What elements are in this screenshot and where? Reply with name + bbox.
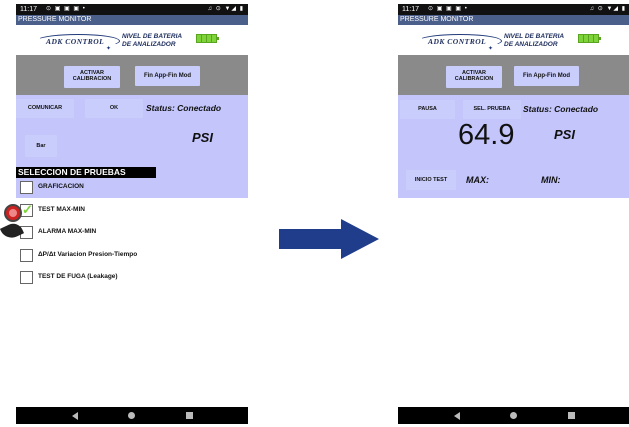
status-time: 11:17 [20, 6, 37, 13]
test-selection-title: SELECCION DE PRUEBAS [16, 167, 156, 178]
adk-control-logo: ADK CONTROL ✦ [36, 34, 120, 52]
fin-app-button[interactable]: Fin App-Fin Mod [135, 66, 200, 86]
max-min-checkbox[interactable] [20, 202, 33, 218]
control-panel: ACTIVAR CALIBRACION Fin App-Fin Mod [398, 55, 629, 95]
unit-label: PSI [192, 130, 213, 145]
touch-indicator-icon [4, 204, 22, 222]
control-panel: ACTIVAR CALIBRACION Fin App-Fin Mod [16, 55, 248, 95]
app-title-bar: PRESSURE MONITOR [16, 15, 248, 25]
header-row: ADK CONTROL ✦ NIVEL DE BATERIA DE ANALIZ… [16, 25, 248, 55]
notification-icons: ⊙ ▣ ▣ ▣ • [46, 6, 86, 12]
test-option-max-min[interactable]: TEST MAX-MIN [20, 202, 240, 218]
right-phone-screen: 11:17 ⊙ ▣ ▣ ▣ • ♫ ⊙ ▼◢ ▮ PRESSURE MONITO… [398, 4, 629, 424]
status-time: 11:17 [402, 6, 419, 13]
battery-label: NIVEL DE BATERIA DE ANALIZADOR [122, 33, 183, 48]
connection-status: Status: Conectado [146, 103, 222, 113]
status-bar: 11:17 ⊙ ▣ ▣ ▣ • ♫ ⊙ ▼◢ ▮ [398, 4, 629, 15]
android-nav-bar [398, 407, 629, 424]
home-icon[interactable] [128, 412, 135, 419]
graficacion-checkbox[interactable] [20, 181, 33, 194]
app-title-bar: PRESSURE MONITOR [398, 15, 629, 25]
fuga-checkbox[interactable] [20, 271, 33, 284]
battery-label: NIVEL DE BATERIA DE ANALIZADOR [504, 33, 565, 48]
test-option-label: ALARMA MAX-MIN [38, 228, 97, 235]
left-phone-screen: 11:17 ⊙ ▣ ▣ ▣ • ♫ ⊙ ▼◢ ▮ PRESSURE MONITO… [0, 4, 248, 424]
pressure-value: 64.9 [458, 119, 515, 151]
android-nav-bar [16, 407, 248, 424]
notification-icons: ⊙ ▣ ▣ ▣ • [428, 6, 468, 12]
app-title: PRESSURE MONITOR [400, 16, 474, 23]
home-icon[interactable] [510, 412, 517, 419]
logo-text: ADK CONTROL [46, 37, 105, 46]
status-bar: 11:17 ⊙ ▣ ▣ ▣ • ♫ ⊙ ▼◢ ▮ [16, 4, 248, 15]
test-option-delta-p[interactable]: ΔP/Δt Variacion Presion-Tiempo [20, 249, 240, 263]
test-option-label: GRAFICACION [38, 183, 84, 190]
pausa-button[interactable]: PAUSA [400, 100, 455, 119]
battery-icon [578, 34, 601, 43]
system-icons: ♫ ⊙ ▼◢ ▮ [589, 6, 626, 12]
logo-star-icon: ✦ [488, 46, 494, 52]
comunicar-button[interactable]: COMUNICAR [16, 99, 74, 118]
min-label: MIN: [541, 175, 561, 185]
ok-button[interactable]: OK [85, 99, 143, 118]
activar-calibracion-button[interactable]: ACTIVAR CALIBRACION [64, 66, 120, 88]
recents-icon[interactable] [186, 412, 193, 419]
max-label: MAX: [466, 175, 489, 185]
header-row: ADK CONTROL ✦ NIVEL DE BATERIA DE ANALIZ… [398, 25, 629, 55]
system-icons: ♫ ⊙ ▼◢ ▮ [207, 6, 244, 12]
adk-control-logo: ADK CONTROL ✦ [418, 34, 502, 52]
delta-p-checkbox[interactable] [20, 249, 33, 262]
logo-text: ADK CONTROL [428, 37, 487, 46]
test-option-fuga[interactable]: TEST DE FUGA (Leakage) [20, 271, 240, 285]
bar-unit-button[interactable]: Bar [25, 135, 57, 157]
sel-prueba-button[interactable]: SEL. PRUEBA [463, 100, 521, 119]
test-option-label: TEST DE FUGA (Leakage) [38, 273, 118, 280]
connection-status: Status: Conectado [523, 104, 599, 114]
test-option-label: ΔP/Δt Variacion Presion-Tiempo [38, 251, 138, 258]
test-option-label: TEST MAX-MIN [38, 206, 85, 213]
measurement-panel: PAUSA SEL. PRUEBA Status: Conectado 64.9… [398, 95, 629, 198]
recents-icon[interactable] [568, 412, 575, 419]
battery-icon [196, 34, 219, 43]
back-icon[interactable] [454, 412, 460, 420]
test-option-alarma[interactable]: ALARMA MAX-MIN [20, 226, 240, 240]
logo-star-icon: ✦ [106, 46, 112, 52]
back-icon[interactable] [72, 412, 78, 420]
unit-label: PSI [554, 127, 575, 142]
test-option-graficacion[interactable]: GRAFICACION [20, 181, 240, 195]
fin-app-button[interactable]: Fin App-Fin Mod [514, 66, 579, 86]
inicio-test-button[interactable]: INICIO TEST [406, 170, 456, 190]
app-title: PRESSURE MONITOR [18, 16, 92, 23]
activar-calibracion-button[interactable]: ACTIVAR CALIBRACION [446, 66, 502, 88]
right-arrow-icon [279, 219, 379, 259]
